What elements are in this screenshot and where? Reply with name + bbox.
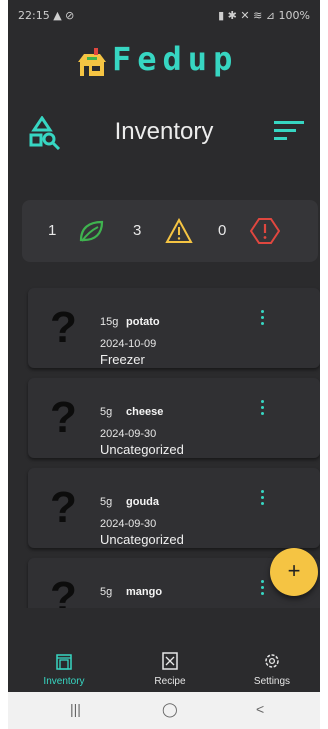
tab-label: Inventory	[43, 676, 85, 687]
item-category: Uncategorized	[100, 442, 184, 457]
placeholder-image-icon: ?	[50, 483, 77, 532]
status-time: 22:15	[18, 9, 50, 22]
page-header: Inventory	[8, 110, 320, 156]
more-options-icon[interactable]	[258, 580, 266, 602]
tab-settings[interactable]: Settings	[232, 644, 312, 690]
gear-icon	[265, 654, 279, 668]
item-category: Uncategorized	[100, 532, 184, 547]
back-button[interactable]: <	[256, 701, 264, 717]
bottom-navigation: Inventory Recipe Settings	[8, 640, 320, 692]
app-logo: Fedup	[78, 38, 278, 82]
item-name: cheese	[126, 406, 164, 418]
placeholder-image-icon: ?	[50, 573, 77, 609]
tab-label: Settings	[253, 676, 291, 687]
tab-inventory[interactable]: Inventory	[24, 644, 104, 690]
item-quantity: 5g	[100, 496, 113, 508]
list-item[interactable]: ? 5g cheese 2024-09-30 Uncategorized	[28, 378, 320, 458]
item-quantity: 5g	[100, 586, 113, 598]
recipe-icon	[162, 652, 178, 670]
sort-icon	[274, 121, 304, 140]
item-date: 2024-09-30	[100, 428, 157, 440]
alert-icon	[250, 218, 280, 244]
more-options-icon[interactable]	[258, 490, 266, 512]
market-stall-icon	[78, 48, 106, 76]
expired-count: 0	[218, 222, 227, 239]
system-navigation-bar: ||| ◯ <	[8, 692, 320, 729]
add-item-button[interactable]: +	[270, 548, 318, 596]
status-right-icons: ▮ ✱ ✕ ≋ ⊿	[218, 9, 276, 22]
expiry-summary: 1 3 0	[22, 200, 318, 262]
list-item[interactable]: ? 5g gouda 2024-09-30 Uncategorized	[28, 468, 320, 548]
tab-label: Recipe	[154, 676, 186, 687]
item-category: Freezer	[100, 352, 145, 367]
app-name: Fedup	[112, 40, 239, 78]
list-item[interactable]: ? 15g potato 2024-10-09 Freezer	[28, 288, 320, 368]
battery-level: 100%	[278, 9, 310, 22]
item-quantity: 5g	[100, 406, 113, 418]
fresh-count: 1	[48, 222, 57, 239]
item-name: mango	[126, 586, 163, 598]
item-name: gouda	[126, 496, 159, 508]
leaf-icon	[79, 220, 104, 242]
placeholder-image-icon: ?	[50, 393, 77, 442]
plus-icon: +	[287, 558, 301, 583]
item-quantity: 15g	[100, 316, 119, 328]
item-name: potato	[126, 316, 160, 328]
more-options-icon[interactable]	[258, 400, 266, 422]
item-date: 2024-09-30	[100, 518, 157, 530]
tab-recipe[interactable]: Recipe	[130, 644, 210, 690]
sort-button[interactable]	[274, 118, 308, 152]
item-date: 2024-10-09	[100, 338, 157, 350]
app-screen: 22:15 ▲ ⊘ ▮ ✱ ✕ ≋ ⊿ 100% Fedup Inventory…	[8, 0, 320, 729]
inventory-icon	[56, 654, 72, 670]
status-bar: 22:15 ▲ ⊘ ▮ ✱ ✕ ≋ ⊿ 100%	[8, 0, 320, 30]
more-options-icon[interactable]	[258, 310, 266, 332]
home-button[interactable]: ◯	[162, 701, 178, 718]
recents-button[interactable]: |||	[70, 701, 81, 717]
warning-icon	[165, 218, 193, 243]
placeholder-image-icon: ?	[50, 303, 77, 352]
warning-count: 3	[133, 222, 142, 239]
status-left-icons: ▲ ⊘	[53, 9, 75, 22]
